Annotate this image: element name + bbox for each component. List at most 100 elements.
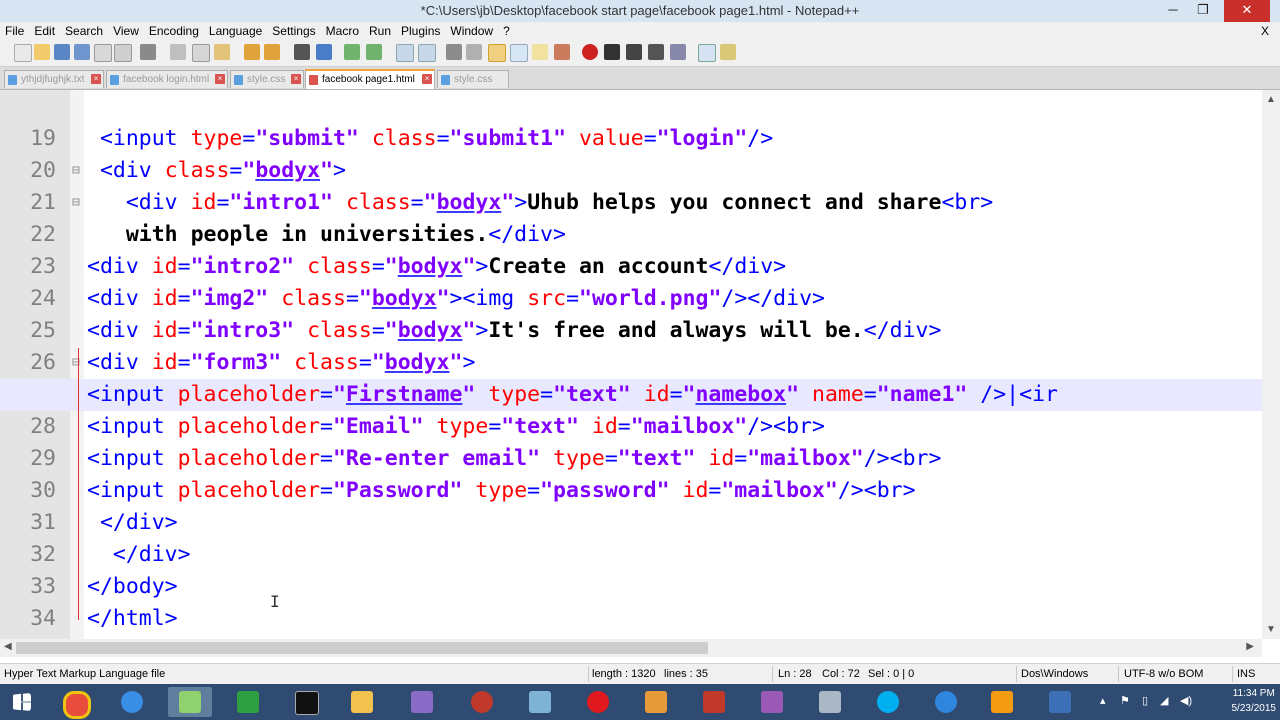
code-line[interactable]: 20 <input type="submit" class="submit1" … bbox=[0, 123, 1262, 183]
code-line-current[interactable]: 28 <input placeholder="Firstname" type="… bbox=[0, 379, 1262, 439]
redo-icon[interactable] bbox=[264, 44, 280, 60]
spellcheck-icon[interactable] bbox=[698, 44, 716, 62]
code-line[interactable]: 29 <input placeholder="Email" type="text… bbox=[0, 411, 1262, 471]
menu-edit[interactable]: Edit bbox=[29, 22, 60, 40]
taskbar-visual-studio[interactable] bbox=[400, 687, 444, 717]
indent-guide-icon[interactable] bbox=[488, 44, 506, 62]
volume-icon[interactable]: ◀) bbox=[1180, 694, 1192, 707]
code-line[interactable]: 25 <div id="img2" class="bodyx"><img src… bbox=[0, 283, 1262, 343]
copy-icon[interactable] bbox=[192, 44, 210, 62]
taskbar-app[interactable] bbox=[634, 687, 678, 717]
tab-style-css-2[interactable]: style.css bbox=[437, 70, 509, 88]
menu-language[interactable]: Language bbox=[204, 22, 267, 40]
doc-map-icon[interactable] bbox=[532, 44, 548, 60]
menu-view[interactable]: View bbox=[108, 22, 144, 40]
function-list-icon[interactable] bbox=[554, 44, 570, 60]
tab-close-icon[interactable]: × bbox=[422, 74, 432, 84]
taskbar-app[interactable] bbox=[980, 687, 1024, 717]
save-all-icon[interactable] bbox=[74, 44, 90, 60]
scroll-right-icon[interactable]: ▶ bbox=[1246, 641, 1254, 652]
scroll-down-icon[interactable]: ▼ bbox=[1266, 624, 1276, 635]
taskbar-settings[interactable] bbox=[1038, 687, 1082, 717]
menu-window[interactable]: Window bbox=[445, 22, 498, 40]
minimize-button[interactable]: ─ bbox=[1158, 0, 1188, 22]
taskbar-record[interactable] bbox=[460, 687, 504, 717]
menu-help[interactable]: ? bbox=[498, 22, 515, 40]
save-icon[interactable] bbox=[54, 44, 70, 60]
code-line[interactable]: 23 with people in universities.</div> bbox=[0, 219, 1262, 279]
taskbar-ie[interactable] bbox=[110, 687, 154, 717]
code-line[interactable]: 32 </div> bbox=[0, 507, 1262, 567]
horizontal-scroll-thumb[interactable] bbox=[16, 642, 708, 654]
taskbar-app[interactable] bbox=[750, 687, 794, 717]
code-line[interactable]: 21 ⊟ <div class="bodyx"> bbox=[0, 155, 1262, 215]
taskbar-app[interactable] bbox=[808, 687, 852, 717]
close-document-button[interactable]: X bbox=[1256, 22, 1274, 40]
horizontal-scrollbar[interactable]: ◀ ▶ bbox=[0, 639, 1262, 657]
paste-icon[interactable] bbox=[214, 44, 230, 60]
code-line[interactable]: 24 <div id="intro2" class="bodyx">Create… bbox=[0, 251, 1262, 311]
tab-close-icon[interactable]: × bbox=[291, 74, 301, 84]
play-macro-icon[interactable] bbox=[626, 44, 642, 60]
cut-icon[interactable] bbox=[170, 44, 186, 60]
stop-macro-icon[interactable] bbox=[604, 44, 620, 60]
code-line[interactable]: 27 ⊟ <div id="form3" class="bodyx"> bbox=[0, 347, 1262, 407]
code-line[interactable]: 30 <input placeholder="Re-enter email" t… bbox=[0, 443, 1262, 503]
tray-arrow-icon[interactable]: ▴ bbox=[1100, 694, 1106, 707]
network-icon[interactable]: ◢ bbox=[1160, 694, 1168, 707]
taskbar-app[interactable] bbox=[924, 687, 968, 717]
scroll-up-icon[interactable]: ▲ bbox=[1266, 94, 1276, 105]
udl-icon[interactable] bbox=[510, 44, 528, 62]
menu-macro[interactable]: Macro bbox=[321, 22, 364, 40]
tab-facebook-page1[interactable]: facebook page1.html × bbox=[305, 69, 435, 89]
menu-encoding[interactable]: Encoding bbox=[144, 22, 204, 40]
menu-run[interactable]: Run bbox=[364, 22, 396, 40]
word-wrap-icon[interactable] bbox=[446, 44, 462, 60]
close-all-icon[interactable] bbox=[114, 44, 132, 62]
taskbar-store[interactable] bbox=[226, 687, 270, 717]
close-file-icon[interactable] bbox=[94, 44, 112, 62]
flag-icon[interactable]: ⚑ bbox=[1120, 694, 1130, 707]
taskbar-app[interactable] bbox=[692, 687, 736, 717]
taskbar-explorer[interactable] bbox=[340, 687, 384, 717]
save-macro-icon[interactable] bbox=[670, 44, 686, 60]
code-line[interactable]: 22 ⊟ <div id="intro1" class="bodyx">Uhub… bbox=[0, 187, 1262, 247]
taskbar-cmd[interactable] bbox=[284, 687, 328, 717]
taskbar-clock[interactable]: 11:34 PM 5/23/2015 bbox=[1232, 686, 1277, 716]
menu-search[interactable]: Search bbox=[60, 22, 108, 40]
menu-file[interactable]: File bbox=[0, 22, 29, 40]
taskbar-notepadpp[interactable] bbox=[168, 687, 212, 717]
fold-collapse-icon[interactable]: ⊟ bbox=[72, 155, 84, 187]
tab-style-css[interactable]: style.css × bbox=[230, 70, 304, 88]
vertical-scrollbar[interactable]: ▲ ▼ bbox=[1262, 90, 1280, 639]
taskbar-chrome[interactable] bbox=[52, 687, 96, 719]
tab-close-icon[interactable]: × bbox=[91, 74, 101, 84]
code-line[interactable]: 35 </html> bbox=[0, 603, 1262, 639]
start-button[interactable] bbox=[0, 687, 44, 717]
scroll-left-icon[interactable]: ◀ bbox=[4, 641, 12, 652]
restore-button[interactable]: ❐ bbox=[1188, 0, 1218, 22]
taskbar-app[interactable] bbox=[518, 687, 562, 717]
sync-vertical-icon[interactable] bbox=[396, 44, 414, 62]
taskbar-skype[interactable] bbox=[866, 687, 910, 717]
undo-icon[interactable] bbox=[244, 44, 260, 60]
print-icon[interactable] bbox=[140, 44, 156, 60]
open-file-icon[interactable] bbox=[34, 44, 50, 60]
record-macro-icon[interactable] bbox=[582, 44, 598, 60]
plugin-icon[interactable] bbox=[720, 44, 736, 60]
code-line[interactable]: 19 bbox=[0, 91, 1262, 151]
tab-facebook-login[interactable]: facebook login.html × bbox=[106, 70, 228, 88]
run-macro-multiple-icon[interactable] bbox=[648, 44, 664, 60]
code-line[interactable]: 34 </body> bbox=[0, 571, 1262, 631]
tab-close-icon[interactable]: × bbox=[215, 74, 225, 84]
code-editor[interactable]: 19 20 <input type="submit" class="submit… bbox=[0, 90, 1262, 639]
find-icon[interactable] bbox=[294, 44, 310, 60]
fold-collapse-icon[interactable]: ⊟ bbox=[72, 187, 84, 219]
battery-icon[interactable]: ▯ bbox=[1142, 694, 1148, 707]
code-line[interactable]: 31 <input placeholder="Password" type="p… bbox=[0, 475, 1262, 535]
show-all-chars-icon[interactable] bbox=[466, 44, 482, 60]
new-file-icon[interactable] bbox=[14, 44, 32, 62]
close-button[interactable]: ✕ bbox=[1224, 0, 1270, 22]
menu-plugins[interactable]: Plugins bbox=[396, 22, 445, 40]
menu-settings[interactable]: Settings bbox=[267, 22, 320, 40]
